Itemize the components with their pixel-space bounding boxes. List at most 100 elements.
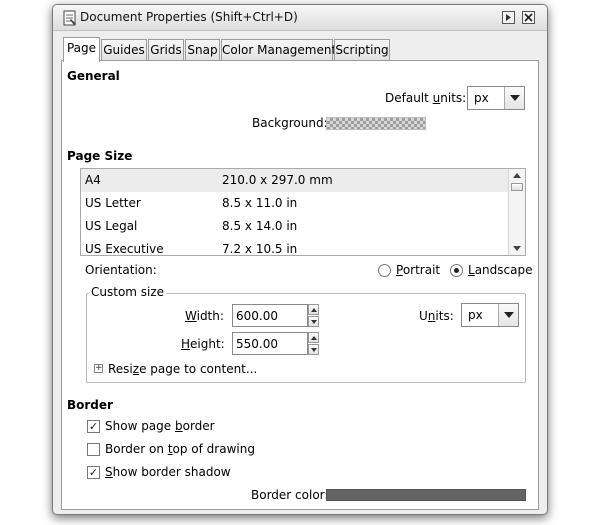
mnemonic: L — [468, 263, 475, 277]
show-page-border-label[interactable]: Show page border — [105, 419, 215, 433]
width-value: 600.00 — [236, 309, 278, 323]
tab-page[interactable]: Page — [63, 37, 100, 62]
default-units-value: px — [474, 91, 489, 105]
label-part: nits: — [440, 91, 467, 105]
label-part: andscape — [474, 263, 533, 277]
resize-page-to-content-expander[interactable]: Resize page to content... — [108, 362, 257, 376]
tab-snap[interactable]: Snap — [185, 39, 220, 61]
page-size-dimensions: 8.5 x 11.0 in — [222, 196, 298, 210]
default-units-label: Default units: — [385, 91, 466, 105]
list-item-us-legal[interactable]: US Legal 8.5 x 14.0 in — [81, 215, 509, 238]
chevron-down-icon — [498, 304, 518, 326]
units-select[interactable]: px — [461, 303, 519, 327]
mnemonic: P — [396, 263, 403, 277]
label-part: op of drawing — [172, 442, 255, 456]
height-input[interactable]: 550.00 — [232, 332, 308, 355]
label-part: how border shadow — [112, 465, 231, 479]
label-part: Resi — [108, 362, 133, 376]
chevron-down-icon — [504, 87, 524, 109]
tab-label: Grids — [150, 43, 182, 57]
page-size-name: US Letter — [85, 196, 141, 210]
page-size-dimensions: 8.5 x 14.0 in — [222, 219, 298, 233]
landscape-label[interactable]: Landscape — [468, 263, 532, 277]
label-part: Border on — [105, 442, 168, 456]
show-border-shadow-label[interactable]: Show border shadow — [105, 465, 231, 479]
show-border-shadow-checkbox[interactable]: ✓ — [87, 466, 100, 479]
height-value: 550.00 — [236, 337, 278, 351]
border-on-top-label[interactable]: Border on top of drawing — [105, 442, 255, 456]
page-size-name: A4 — [85, 173, 101, 187]
checkmark-icon: ✓ — [88, 466, 99, 479]
expand-plus-icon[interactable]: + — [94, 364, 103, 373]
label-part: Show page — [105, 419, 175, 433]
tab-label: Guides — [103, 43, 145, 57]
background-color-button[interactable] — [326, 117, 426, 130]
increment-icon[interactable] — [308, 304, 319, 315]
scroll-thumb[interactable] — [511, 183, 523, 191]
general-section-title: General — [67, 69, 120, 83]
tab-label: Snap — [187, 43, 218, 57]
restore-button[interactable] — [502, 11, 515, 24]
title-bar[interactable]: Document Properties (Shift+Ctrl+D) — [53, 5, 547, 31]
border-on-top-checkbox[interactable] — [87, 443, 100, 456]
window-title: Document Properties (Shift+Ctrl+D) — [80, 10, 298, 24]
custom-size-legend: Custom size — [89, 285, 167, 299]
landscape-radio[interactable] — [450, 264, 463, 277]
page-size-name: US Legal — [85, 219, 138, 233]
height-label: Height: — [181, 337, 225, 351]
scroll-down-arrow-icon[interactable] — [513, 246, 521, 251]
border-color-label: Border color: — [251, 488, 329, 502]
document-properties-window: Document Properties (Shift+Ctrl+D) Page … — [52, 4, 548, 515]
tab-guides[interactable]: Guides — [101, 39, 147, 61]
portrait-radio[interactable] — [378, 264, 391, 277]
border-color-button[interactable] — [326, 489, 526, 501]
tab-color-management[interactable]: Color Management — [221, 39, 337, 61]
width-input[interactable]: 600.00 — [232, 304, 308, 327]
tab-grids[interactable]: Grids — [148, 39, 184, 61]
restore-icon — [506, 14, 511, 21]
tab-scripting[interactable]: Scripting — [334, 39, 390, 61]
label-part: Default — [385, 91, 433, 105]
list-item-us-executive[interactable]: US Executive 7.2 x 10.5 in — [81, 238, 509, 256]
mnemonic: b — [174, 419, 183, 433]
tab-label: Scripting — [335, 43, 389, 57]
portrait-label[interactable]: Portrait — [396, 263, 440, 277]
mnemonic: S — [105, 465, 113, 479]
page-size-scrollbar[interactable] — [508, 169, 525, 255]
mnemonic: W — [185, 309, 197, 323]
orientation-label: Orientation: — [85, 263, 157, 277]
checkmark-icon: ✓ — [88, 420, 99, 433]
show-page-border-checkbox[interactable]: ✓ — [87, 420, 100, 433]
tab-label: Color Management — [222, 43, 337, 57]
close-button[interactable] — [522, 11, 535, 24]
page-size-name: US Executive — [85, 242, 164, 256]
default-units-select[interactable]: px — [467, 86, 525, 110]
document-properties-icon — [63, 10, 76, 26]
label-part: its: — [435, 309, 454, 323]
height-stepper[interactable] — [308, 332, 319, 355]
page-size-list[interactable]: A4 210.0 x 297.0 mm US Letter 8.5 x 11.0… — [80, 168, 526, 256]
page-size-dimensions: 7.2 x 10.5 in — [222, 242, 298, 256]
label-part: ortrait — [402, 263, 441, 277]
tab-label: Page — [66, 41, 97, 55]
close-icon — [524, 13, 533, 22]
decrement-icon[interactable] — [308, 344, 319, 355]
list-item-us-letter[interactable]: US Letter 8.5 x 11.0 in — [81, 192, 509, 215]
page-size-section-title: Page Size — [67, 149, 133, 163]
units-value: px — [468, 308, 483, 322]
label-part: order — [182, 419, 215, 433]
label-part: idth: — [196, 309, 224, 323]
border-section-title: Border — [67, 398, 113, 412]
scroll-up-arrow-icon[interactable] — [513, 173, 521, 178]
label-part: U — [419, 309, 428, 323]
width-label: Width: — [185, 309, 224, 323]
decrement-icon[interactable] — [308, 316, 319, 327]
page-size-dimensions: 210.0 x 297.0 mm — [222, 173, 333, 187]
label-part: e page to content... — [139, 362, 258, 376]
width-stepper[interactable] — [308, 304, 319, 327]
background-label: Background: — [252, 116, 328, 130]
page-tab-panel: General Default units: px Background: Pa… — [61, 60, 539, 510]
label-part: eight: — [190, 337, 225, 351]
list-item-a4[interactable]: A4 210.0 x 297.0 mm — [81, 169, 509, 192]
increment-icon[interactable] — [308, 332, 319, 343]
